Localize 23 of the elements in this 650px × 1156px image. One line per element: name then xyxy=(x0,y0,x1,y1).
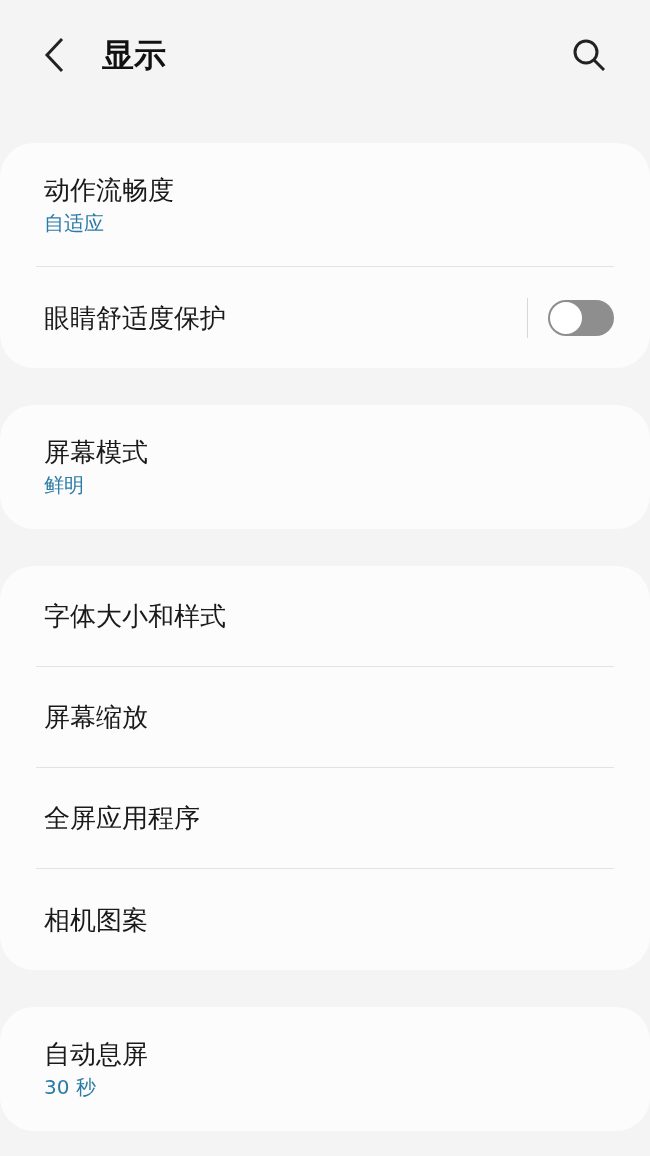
setting-value: 自适应 xyxy=(44,209,105,237)
setting-item[interactable]: 全屏应用程序 xyxy=(10,768,640,868)
setting-title: 屏幕模式 xyxy=(44,436,149,469)
setting-item[interactable]: 自动息屏 30 秒 xyxy=(10,1007,640,1131)
setting-title: 眼睛舒适度保护 xyxy=(44,301,227,335)
setting-item[interactable]: 屏幕缩放 xyxy=(10,667,640,767)
toggle-switch[interactable] xyxy=(548,299,614,336)
page-title: 显示 xyxy=(102,35,167,76)
setting-item[interactable]: 眼睛舒适度保护 xyxy=(10,267,553,368)
back-icon[interactable] xyxy=(44,37,64,73)
setting-item[interactable]: 相机图案 xyxy=(10,869,640,970)
setting-value: 鲜明 xyxy=(44,472,85,499)
setting-title: 自动息屏 xyxy=(44,1038,149,1071)
setting-item[interactable]: 字体大小和样式 xyxy=(10,566,640,666)
setting-title: 字体大小和样式 xyxy=(44,600,227,633)
setting-title: 全屏应用程序 xyxy=(44,802,201,835)
setting-item[interactable]: 动作流畅度 自适应 xyxy=(10,143,640,266)
setting-title: 屏幕缩放 xyxy=(44,701,149,734)
setting-item[interactable]: 屏幕模式 鲜明 xyxy=(10,405,640,529)
search-icon[interactable] xyxy=(572,38,606,72)
setting-title: 相机图案 xyxy=(44,903,149,937)
setting-value: 30 秒 xyxy=(44,1074,97,1101)
setting-title: 动作流畅度 xyxy=(44,173,175,207)
